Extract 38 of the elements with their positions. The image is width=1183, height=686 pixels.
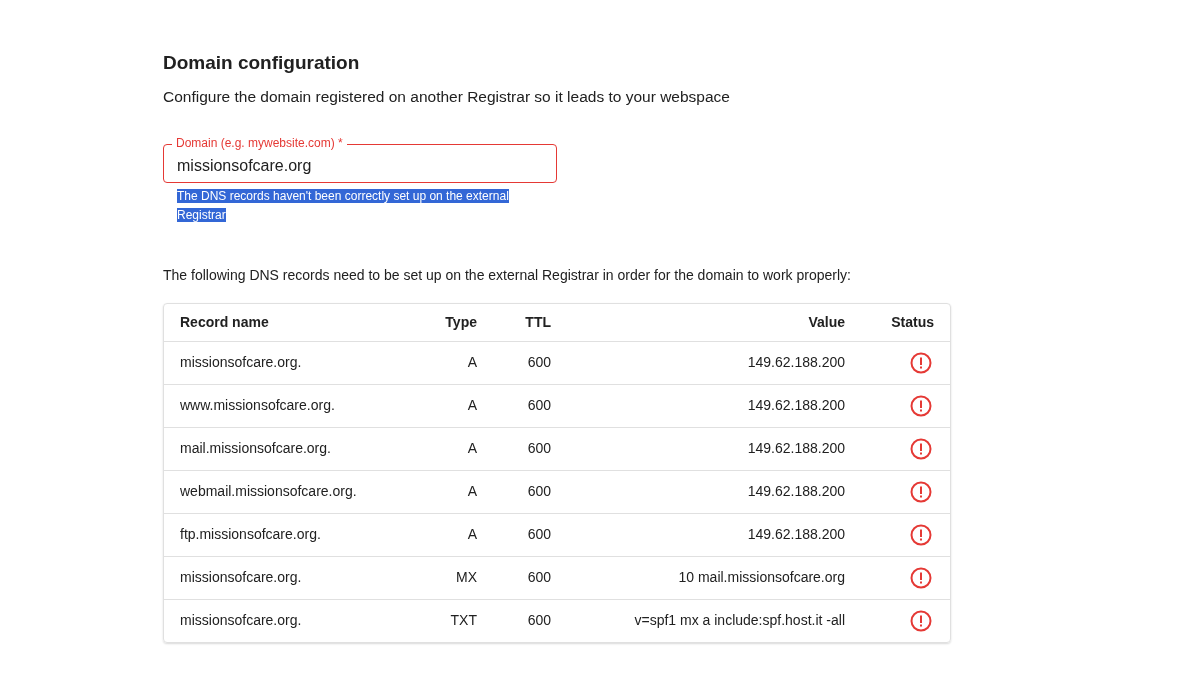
intro-text: The following DNS records need to be set up on the external Registrar in order for the domain to work properly: — [163, 266, 852, 286]
column-header: Type — [414, 304, 493, 342]
table-cell: missionsofcare.org. — [164, 599, 414, 643]
table-cell: 600 — [493, 341, 567, 385]
table-cell: 600 — [493, 384, 567, 428]
table-cell: 600 — [493, 599, 567, 643]
table-cell: 149.62.188.200 — [567, 427, 861, 471]
field-label: Domain (e.g. mywebsite.com) * — [172, 135, 347, 152]
page-subtitle: Configure the domain registered on another Registrar so it leads to your webspace — [163, 86, 731, 107]
helper-text: The DNS records haven't been correctly set up on the external Registrar — [177, 188, 510, 225]
table-cell: A — [414, 384, 493, 428]
column-header: Status — [861, 304, 950, 342]
table-cell: A — [414, 470, 493, 514]
table-cell: missionsofcare.org. — [164, 556, 414, 600]
table-cell: A — [414, 341, 493, 385]
column-header: Record name — [164, 304, 414, 342]
table-cell: 10 mail.missionsofcare.org — [567, 556, 861, 600]
column-header: Value — [567, 304, 861, 342]
table-cell: MX — [414, 556, 493, 600]
table-cell: A — [414, 513, 493, 557]
table-cell: 600 — [493, 427, 567, 471]
table-cell: mail.missionsofcare.org. — [164, 427, 414, 471]
table-cell: 149.62.188.200 — [567, 384, 861, 428]
table-cell: TXT — [414, 599, 493, 643]
table-cell: v=spf1 mx a include:spf.host.it -all — [567, 599, 861, 643]
table-cell: ftp.missionsofcare.org. — [164, 513, 414, 557]
table-cell: 600 — [493, 513, 567, 557]
table-cell: missionsofcare.org. — [164, 341, 414, 385]
table-cell: 149.62.188.200 — [567, 513, 861, 557]
column-header: TTL — [493, 304, 567, 342]
table-cell: webmail.missionsofcare.org. — [164, 470, 414, 514]
table-cell: www.missionsofcare.org. — [164, 384, 414, 428]
page-title: Domain configuration — [163, 52, 361, 75]
table-cell: 149.62.188.200 — [567, 470, 861, 514]
table-cell: 149.62.188.200 — [567, 341, 861, 385]
table-cell: 600 — [493, 556, 567, 600]
table-cell: A — [414, 427, 493, 471]
table-cell: 600 — [493, 470, 567, 514]
